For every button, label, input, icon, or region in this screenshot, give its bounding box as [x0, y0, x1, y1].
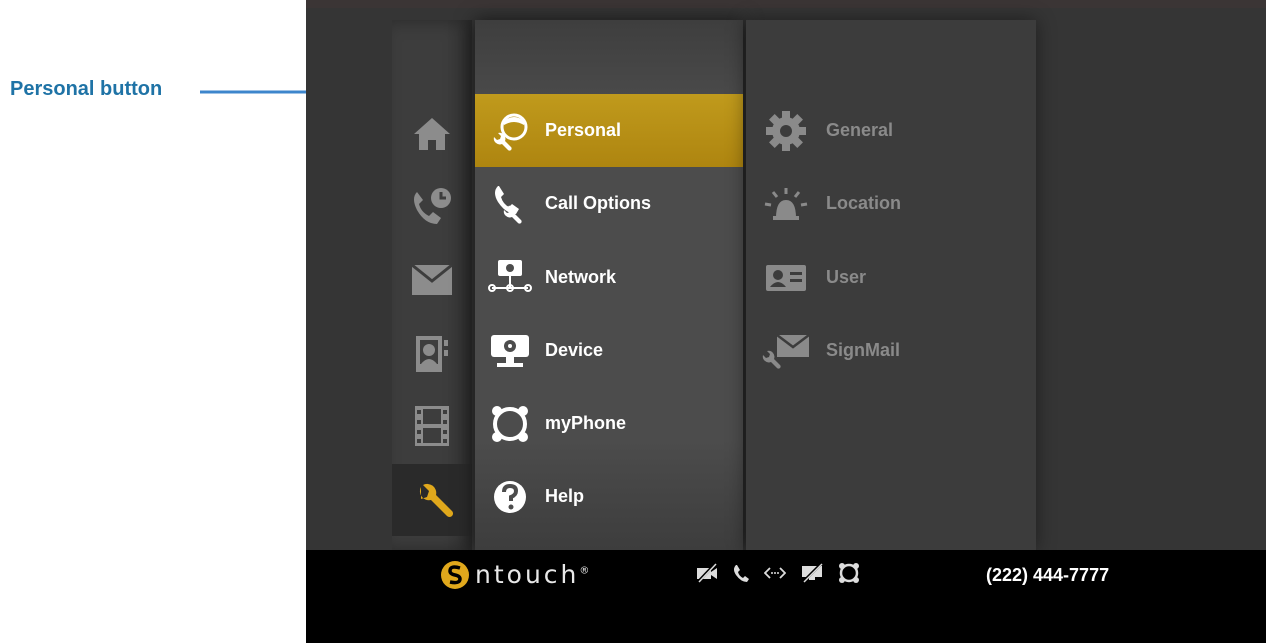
- myphone-icon: [492, 405, 528, 442]
- submenu-item-label: General: [826, 120, 894, 140]
- screen-top-edge: [306, 0, 1266, 8]
- monitor-off-icon: [800, 563, 824, 583]
- submenu-item-label: SignMail: [826, 340, 901, 360]
- device-icon: [491, 334, 529, 367]
- phone-number: (222) 444-7777: [986, 565, 1110, 585]
- submenu-item-general[interactable]: General: [746, 94, 1036, 167]
- submenu-item-location[interactable]: Location: [746, 167, 1036, 240]
- menu-item-help[interactable]: Help: [475, 460, 743, 533]
- myphone-status-icon: [838, 562, 860, 584]
- home-icon: [414, 118, 450, 150]
- rail-item-home[interactable]: [392, 98, 472, 170]
- menu-item-label: Network: [545, 267, 617, 287]
- submenu-item-label: User: [826, 267, 867, 287]
- call-history-icon: [414, 188, 451, 224]
- brand-mark: ®: [579, 565, 590, 577]
- network-arrows-icon: [764, 565, 786, 581]
- submenu-item-user[interactable]: User: [746, 241, 1036, 314]
- signmail-envelope-icon: [412, 265, 452, 295]
- user-card-icon: [766, 264, 806, 291]
- network-icon: [488, 259, 532, 292]
- menu-item-myphone[interactable]: myPhone: [475, 387, 743, 460]
- brand-text: ntouch: [475, 560, 580, 589]
- contacts-book-icon: [416, 336, 448, 372]
- personal-submenu: General Location User SignMail: [746, 20, 1036, 550]
- menu-item-label: myPhone: [545, 413, 627, 433]
- location-alarm-icon: [764, 187, 808, 220]
- help-icon: [494, 480, 526, 513]
- rail-item-contacts[interactable]: [392, 318, 472, 390]
- call-options-icon: [495, 185, 522, 224]
- phone-icon: [732, 563, 750, 583]
- rail-item-video[interactable]: [392, 390, 472, 462]
- personal-icon: [493, 113, 528, 151]
- menu-item-label: Personal: [545, 120, 622, 140]
- signmail-settings-icon: [762, 333, 810, 369]
- rail-item-settings[interactable]: [392, 464, 472, 536]
- wrench-settings-icon: [419, 483, 453, 518]
- menu-item-label: Device: [545, 340, 604, 360]
- menu-item-network[interactable]: Network: [475, 241, 743, 314]
- submenu-item-label: Location: [826, 193, 901, 213]
- menu-item-personal[interactable]: Personal: [475, 94, 743, 167]
- callout-label: Personal button: [10, 78, 163, 100]
- ntouch-screen: Personal Call Options Network Device myP…: [306, 0, 1266, 643]
- main-nav-rail: [392, 20, 472, 550]
- video-film-icon: [415, 406, 449, 446]
- menu-item-device[interactable]: Device: [475, 314, 743, 387]
- menu-item-label: Help: [545, 486, 585, 506]
- rail-item-call-history[interactable]: [392, 170, 472, 242]
- menu-item-label: Call Options: [545, 193, 652, 213]
- status-bar: ntouch® (222) 444-7777: [306, 550, 1266, 643]
- gear-icon: [766, 110, 806, 151]
- submenu-item-signmail[interactable]: SignMail: [746, 314, 1036, 387]
- sorenson-logo-icon: [441, 561, 469, 589]
- video-off-icon: [696, 563, 718, 583]
- menu-item-call-options[interactable]: Call Options: [475, 167, 743, 240]
- settings-menu: Personal Call Options Network Device myP…: [475, 20, 743, 550]
- rail-item-signmail[interactable]: [392, 244, 472, 316]
- status-icons: [696, 562, 860, 584]
- brand-name: ntouch®: [475, 560, 589, 589]
